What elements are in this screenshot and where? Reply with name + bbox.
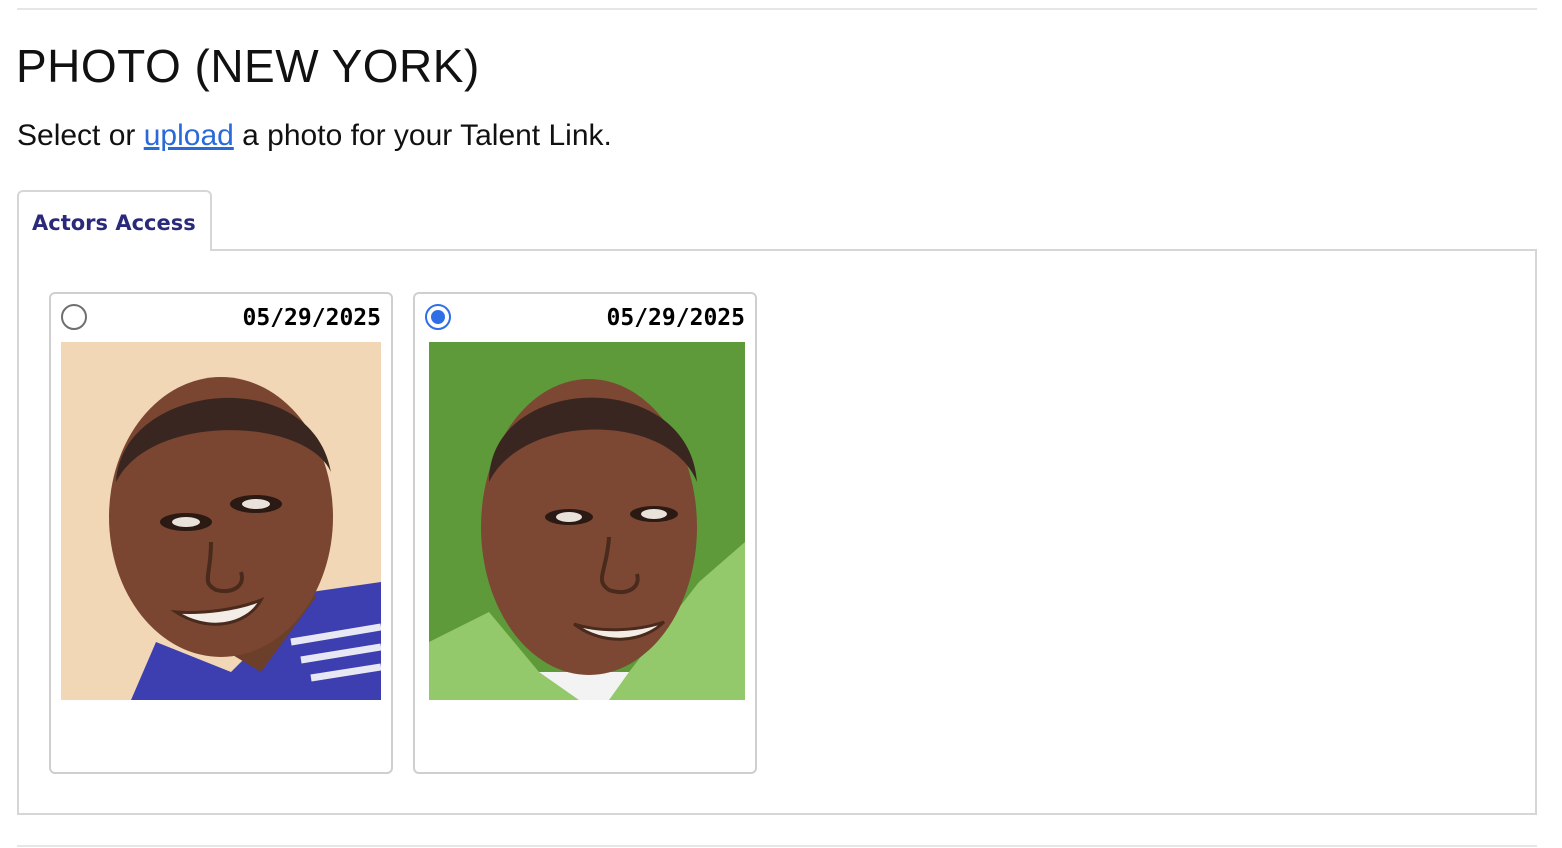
photo-radio[interactable] [425, 304, 451, 330]
intro-prefix: Select or [17, 119, 144, 152]
tab-actors-access[interactable]: Actors Access [17, 190, 212, 251]
tab-label: Actors Access [32, 211, 196, 235]
photo-date: 05/29/2025 [242, 305, 381, 331]
photo-card[interactable]: 05/29/2025 [49, 292, 393, 774]
upload-link[interactable]: upload [144, 119, 234, 152]
page: PHOTO (NEW YORK) Select or upload a phot… [0, 0, 1562, 848]
intro-text: Select or upload a photo for your Talent… [17, 118, 612, 154]
photo-card[interactable]: 05/29/2025 [413, 292, 757, 774]
bottom-divider [17, 845, 1537, 847]
headshot-photo[interactable] [429, 342, 745, 700]
headshot-photo[interactable] [61, 342, 381, 700]
top-divider [17, 8, 1537, 10]
intro-suffix: a photo for your Talent Link. [233, 119, 612, 152]
headshot-image [61, 342, 381, 700]
headshot-image [429, 342, 745, 700]
page-title: PHOTO (NEW YORK) [16, 40, 480, 92]
photo-radio[interactable] [61, 304, 87, 330]
photo-date: 05/29/2025 [606, 305, 745, 331]
